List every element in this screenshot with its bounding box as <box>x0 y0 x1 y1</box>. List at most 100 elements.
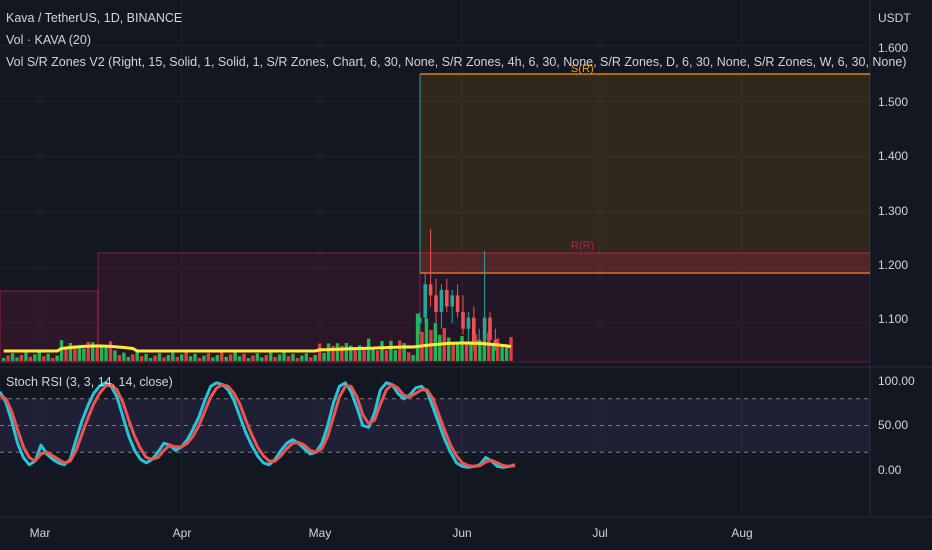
volume-bar <box>197 358 202 361</box>
volume-bar <box>37 352 41 361</box>
volume-bar <box>322 352 326 361</box>
volume-bar <box>300 355 304 361</box>
candle-body <box>434 295 438 313</box>
volume-bar <box>237 356 242 361</box>
volume-bar <box>6 355 10 361</box>
sr-zone-upper <box>420 74 870 273</box>
volume-bar <box>277 354 282 361</box>
volume-indicator-label[interactable]: Vol · KAVA (20) <box>6 33 91 47</box>
volume-bar <box>255 353 260 361</box>
volume-bar <box>384 350 389 361</box>
time-label: Apr <box>172 526 192 540</box>
volume-bar <box>509 337 513 361</box>
volume-bar <box>68 343 73 361</box>
volume-bar <box>393 350 397 361</box>
volume-bar <box>50 358 55 361</box>
volume-bar <box>487 332 491 361</box>
candle-body <box>482 317 487 340</box>
rsi-tick: 0.00 <box>878 463 902 477</box>
candle-body <box>423 284 427 318</box>
volume-bar <box>233 352 237 361</box>
volume-bar <box>55 355 59 361</box>
volume-bar <box>162 357 166 361</box>
volume-bar <box>157 353 162 361</box>
candle-body <box>466 317 471 329</box>
volume-bar <box>24 352 28 361</box>
time-label: Jul <box>592 526 608 540</box>
volume-bar <box>220 352 224 361</box>
volume-bar <box>117 355 122 361</box>
volume-bar <box>251 355 255 361</box>
candle-body <box>450 295 454 307</box>
volume-bar <box>46 353 50 361</box>
volume-bar <box>335 343 340 361</box>
time-label: Aug <box>731 526 753 540</box>
volume-bar <box>104 347 108 361</box>
volume-bar <box>153 355 157 361</box>
volume-bar <box>469 341 473 361</box>
sr-zones-indicator-label[interactable]: Vol S/R Zones V2 (Right, 15, Solid, 1, S… <box>6 55 906 69</box>
zone-label-lower: R(R) <box>571 240 594 252</box>
rsi-tick: 100.00 <box>878 374 915 388</box>
volume-bar <box>473 334 478 361</box>
price-tick: 1.200 <box>878 258 909 272</box>
volume-bar <box>108 341 113 361</box>
candle-body <box>461 312 465 329</box>
volume-bar <box>447 337 451 361</box>
stoch-rsi-indicator-label[interactable]: Stoch RSI (3, 3, 14, 14, close) <box>6 375 173 389</box>
volume-bar <box>188 356 193 361</box>
sr-zone-mid <box>97 252 421 363</box>
volume-bar <box>126 356 130 361</box>
price-axis-currency: USDT <box>878 11 911 25</box>
volume-bar <box>424 318 429 361</box>
volume-bar <box>362 348 366 361</box>
volume-bar <box>193 353 197 361</box>
volume-bar <box>64 349 68 361</box>
volume-bar <box>122 352 126 361</box>
volume-bar <box>464 342 469 361</box>
volume-bar <box>406 352 411 361</box>
volume-bar <box>309 357 313 361</box>
candle-body <box>439 289 444 313</box>
volume-bar <box>206 353 211 361</box>
volume-bar <box>10 353 15 361</box>
volume-bar <box>291 353 295 361</box>
volume-bar <box>371 347 375 361</box>
time-label: Mar <box>29 526 51 540</box>
volume-bar <box>171 352 175 361</box>
stoch-rsi-pane <box>0 381 870 469</box>
volume-bar <box>228 354 233 361</box>
volume-bar <box>42 356 46 361</box>
symbol-title[interactable]: Kava / TetherUS, 1D, BINANCE <box>6 11 182 25</box>
volume-bar <box>215 355 219 361</box>
rsi-tick: 50.00 <box>878 418 909 432</box>
volume-bar <box>148 358 153 361</box>
time-label: Jun <box>452 526 472 540</box>
volume-bar <box>2 358 6 361</box>
volume-bar <box>224 356 228 361</box>
volume-bar <box>273 356 277 361</box>
candle-body <box>455 295 460 313</box>
volume-bar <box>313 355 317 361</box>
volume-bar <box>455 343 460 361</box>
volume-bar <box>180 354 184 361</box>
price-tick: 1.300 <box>878 204 909 218</box>
volume-bar <box>113 350 117 361</box>
volume-bar <box>304 353 308 361</box>
price-tick: 1.500 <box>878 95 909 109</box>
trading-chart[interactable]: S(R)R(R) <box>0 0 932 550</box>
volume-bar <box>375 350 380 361</box>
price-tick: 1.600 <box>878 41 909 55</box>
volume-bar <box>451 344 455 361</box>
volume-bar <box>269 352 273 361</box>
volume-bar <box>175 356 179 361</box>
sr-zones <box>0 73 870 363</box>
candle-body <box>428 284 433 296</box>
volume-bar <box>135 352 139 361</box>
price-tick: 1.400 <box>878 149 909 163</box>
volume-bar <box>460 336 464 361</box>
volume-bar <box>415 313 420 361</box>
volume-bar <box>246 358 251 361</box>
volume-bar <box>295 358 300 361</box>
volume-bar <box>15 357 19 361</box>
